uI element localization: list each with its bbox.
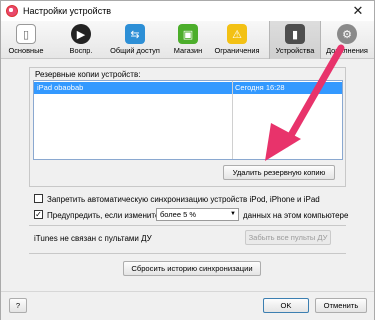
- divider: [29, 225, 346, 226]
- prevent-sync-label: Запретить автоматическую синхронизацию у…: [47, 195, 320, 204]
- divider: [29, 253, 346, 254]
- play-icon: ▶: [71, 24, 91, 44]
- tab-general-label: Основные: [8, 46, 44, 55]
- tab-playback-label: Воспр.: [69, 46, 93, 55]
- close-button[interactable]: ✕: [350, 3, 366, 19]
- tab-general[interactable]: ▯ Основные: [3, 21, 49, 59]
- reset-sync-history-button[interactable]: Сбросить историю синхронизации: [123, 261, 261, 276]
- extras-icon: ⚙: [337, 24, 357, 44]
- checkmark-icon: ✓: [35, 210, 42, 219]
- column-divider: [232, 81, 233, 159]
- title-bar: Настройки устройств ✕: [1, 1, 374, 21]
- tab-devices-label: Устройства: [275, 46, 315, 55]
- tab-devices[interactable]: ▮ Устройства: [269, 21, 321, 59]
- store-icon: ▣: [178, 24, 198, 44]
- window-title: Настройки устройств: [23, 6, 112, 16]
- general-icon: ▯: [16, 24, 36, 44]
- share-icon: ⇆: [125, 24, 145, 44]
- tab-store-label: Магазин: [173, 46, 203, 55]
- help-button[interactable]: ?: [9, 298, 27, 313]
- ok-button[interactable]: OK: [263, 298, 309, 313]
- devices-icon: ▮: [285, 24, 305, 44]
- warn-suffix: данных на этом компьютере: [243, 211, 349, 220]
- backups-heading: Резервные копии устройств:: [35, 70, 141, 79]
- tab-playback[interactable]: ▶ Воспр.: [57, 21, 105, 59]
- chevron-down-icon: ▼: [230, 211, 236, 217]
- tab-extras-label: Дополнения: [326, 46, 368, 55]
- forget-remotes-button[interactable]: Забыть все пульты ДУ: [245, 230, 331, 245]
- tab-limits-label: Ограничения: [214, 46, 260, 55]
- settings-window: Настройки устройств ✕ ▯ Основные ▶ Воспр…: [0, 0, 375, 320]
- tab-sharing[interactable]: ⇆ Общий доступ: [107, 21, 163, 59]
- tab-sharing-label: Общий доступ: [110, 46, 160, 55]
- warn-checkbox[interactable]: ✓: [34, 210, 43, 219]
- tab-store[interactable]: ▣ Магазин: [168, 21, 208, 59]
- tab-extras[interactable]: ⚙ Дополнения: [323, 21, 371, 59]
- tab-limits[interactable]: ⚠ Ограничения: [211, 21, 263, 59]
- backups-list[interactable]: iPad obaobab Сегодня 16:28: [33, 80, 343, 160]
- preferences-toolbar: ▯ Основные ▶ Воспр. ⇆ Общий доступ ▣ Маг…: [1, 21, 374, 59]
- cancel-button[interactable]: Отменить: [315, 298, 367, 313]
- backup-device-name: iPad obaobab: [37, 83, 84, 92]
- limits-icon: ⚠: [227, 24, 247, 44]
- itunes-app-icon: [6, 5, 18, 17]
- remotes-status: iTunes не связан с пультами ДУ: [34, 234, 152, 243]
- prevent-sync-checkbox[interactable]: [34, 194, 43, 203]
- warn-threshold-select[interactable]: более 5 % ▼: [156, 208, 239, 221]
- warn-threshold-value: более 5 %: [160, 210, 197, 219]
- backup-date: Сегодня 16:28: [235, 83, 285, 92]
- delete-backup-button[interactable]: Удалить резервную копию: [223, 165, 335, 180]
- list-item[interactable]: iPad obaobab Сегодня 16:28: [34, 82, 342, 94]
- warn-label: Предупредить, если изменится: [47, 211, 164, 220]
